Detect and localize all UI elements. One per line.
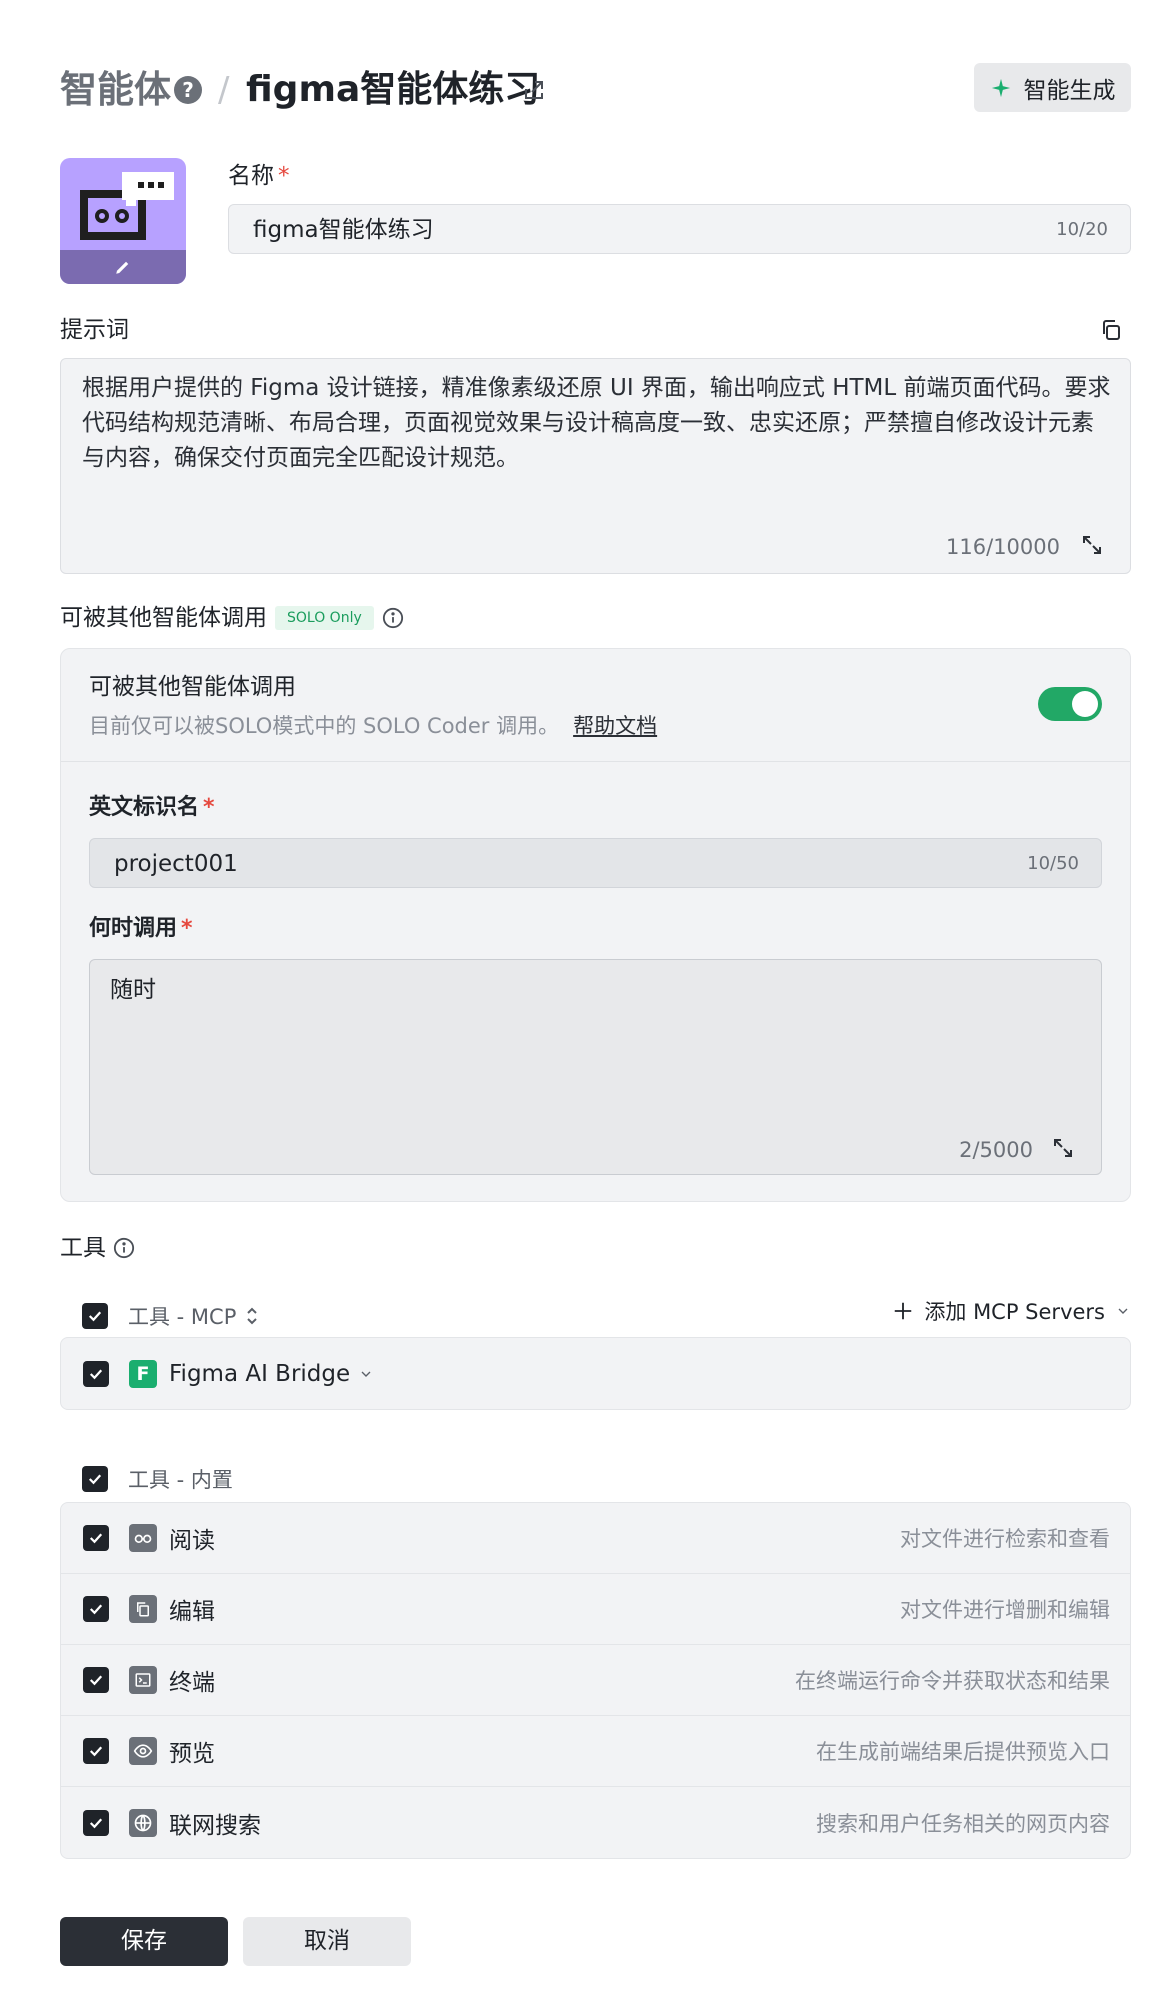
tool-name: Figma AI Bridge [169, 1360, 351, 1387]
chevron-down-icon [1118, 1308, 1128, 1314]
name-label: 名称 * [228, 163, 290, 189]
ai-generate-button[interactable]: 智能生成 [974, 63, 1131, 112]
mcp-group-label: 工具 - MCP [128, 1305, 237, 1329]
prompt-text: 根据用户提供的 Figma 设计链接，精准像素级还原 UI 界面，输出响应式 H… [82, 375, 1111, 471]
edit-doc-icon [129, 1595, 157, 1623]
copy-icon[interactable] [1099, 318, 1123, 342]
tool-name: 预览 [169, 1741, 215, 1767]
expand-icon[interactable] [1051, 1136, 1075, 1160]
name-input[interactable]: figma智能体练习 10/20 [228, 204, 1131, 254]
callable-panel-title: 可被其他智能体调用 [89, 674, 296, 700]
globe-icon [129, 1808, 157, 1837]
tools-label: 工具 [60, 1235, 106, 1261]
tool-row-preview[interactable]: 预览 在生成前端结果后提供预览入口 [61, 1716, 1130, 1787]
expand-icon[interactable] [1080, 533, 1104, 557]
when-value: 随时 [110, 977, 156, 1003]
mcp-group-checkbox[interactable] [82, 1303, 108, 1329]
callable-label: 可被其他智能体调用 [60, 605, 267, 631]
when-textarea[interactable]: 随时 2/5000 [89, 959, 1102, 1175]
name-input-value: figma智能体练习 [253, 217, 434, 243]
avatar-edit-bar[interactable] [60, 250, 186, 284]
section-title: 智能体 [60, 68, 171, 111]
tool-checkbox[interactable] [83, 1809, 109, 1836]
prompt-label: 提示词 [60, 317, 129, 343]
save-button[interactable]: 保存 [60, 1917, 228, 1966]
add-mcp-label: 添加 MCP Servers [924, 1300, 1105, 1324]
tool-row-read[interactable]: 阅读 对文件进行检索和查看 [61, 1503, 1130, 1574]
prompt-counter: 116/10000 [946, 535, 1060, 559]
english-id-input[interactable]: project001 10/50 [89, 838, 1102, 888]
english-id-counter: 10/50 [1027, 853, 1079, 874]
mcp-tools-panel: F Figma AI Bridge [60, 1337, 1131, 1410]
tool-description: 在终端运行命令并获取状态和结果 [795, 1669, 1110, 1693]
tool-checkbox[interactable] [83, 1525, 109, 1551]
figma-f-icon: F [129, 1359, 157, 1388]
when-label: 何时调用 * [89, 916, 193, 941]
agent-name-title: figma智能体练习 [246, 69, 541, 110]
builtin-tools-panel: 阅读 对文件进行检索和查看 编辑 对文件进行增删和编辑 终端 在终端运行命令并获… [60, 1502, 1131, 1859]
tool-description: 在生成前端结果后提供预览入口 [816, 1740, 1110, 1764]
english-id-value: project001 [114, 851, 238, 877]
plus-icon [895, 1302, 912, 1320]
callable-toggle[interactable] [1038, 687, 1102, 721]
tool-name: 联网搜索 [169, 1812, 261, 1839]
builtin-group-header: 工具 - 内置 [82, 1459, 233, 1499]
robot-avatar-icon [80, 172, 174, 240]
tool-checkbox[interactable] [83, 1360, 109, 1387]
tool-description: 搜索和用户任务相关的网页内容 [816, 1811, 1110, 1836]
sparkle-icon [991, 78, 1010, 97]
toggle-knob [1072, 691, 1098, 717]
tool-name: 编辑 [169, 1599, 215, 1625]
when-counter: 2/5000 [959, 1138, 1033, 1162]
help-icon[interactable]: ? [174, 76, 202, 104]
terminal-icon [129, 1666, 157, 1694]
cancel-button[interactable]: 取消 [243, 1917, 411, 1966]
help-doc-link[interactable]: 帮助文档 [573, 714, 657, 738]
breadcrumb-separator: / [218, 70, 230, 110]
sort-icon[interactable] [244, 1306, 260, 1326]
tool-checkbox[interactable] [83, 1667, 109, 1693]
mcp-tool-row[interactable]: F Figma AI Bridge [61, 1338, 1130, 1409]
tool-description: 对文件进行检索和查看 [900, 1527, 1110, 1551]
pencil-icon [116, 261, 129, 274]
tool-name: 终端 [169, 1670, 215, 1696]
tool-row-web-search[interactable]: 联网搜索 搜索和用户任务相关的网页内容 [61, 1787, 1130, 1858]
info-icon[interactable] [113, 1237, 135, 1259]
tool-checkbox[interactable] [83, 1596, 109, 1622]
tool-checkbox[interactable] [83, 1738, 109, 1764]
ai-generate-label: 智能生成 [1023, 77, 1116, 104]
english-id-label: 英文标识名 * [89, 795, 215, 820]
tool-name: 阅读 [169, 1528, 215, 1554]
chevron-down-icon[interactable] [358, 1366, 374, 1382]
builtin-group-checkbox[interactable] [82, 1466, 108, 1492]
mcp-group-header: 工具 - MCP [82, 1296, 260, 1336]
glasses-icon [129, 1524, 157, 1552]
callable-panel-subtitle: 目前仅可以被SOLO模式中的 SOLO Coder 调用。 帮助文档 [89, 714, 658, 738]
prompt-textarea[interactable]: 根据用户提供的 Figma 设计链接，精准像素级还原 UI 界面，输出响应式 H… [60, 358, 1131, 574]
eye-icon [129, 1737, 157, 1765]
tool-description: 对文件进行增删和编辑 [900, 1598, 1110, 1622]
solo-only-badge: SOLO Only [275, 606, 374, 630]
divider [61, 761, 1130, 762]
tool-row-edit[interactable]: 编辑 对文件进行增删和编辑 [61, 1574, 1130, 1645]
info-icon[interactable] [382, 607, 404, 629]
tool-row-terminal[interactable]: 终端 在终端运行命令并获取状态和结果 [61, 1645, 1130, 1716]
add-mcp-button[interactable]: 添加 MCP Servers [892, 1296, 1131, 1326]
builtin-group-label: 工具 - 内置 [128, 1468, 233, 1492]
share-icon[interactable] [522, 78, 546, 102]
callable-panel: 可被其他智能体调用 目前仅可以被SOLO模式中的 SOLO Coder 调用。帮… [60, 648, 1131, 1202]
name-counter: 10/20 [1056, 219, 1108, 240]
agent-avatar[interactable] [60, 158, 186, 284]
